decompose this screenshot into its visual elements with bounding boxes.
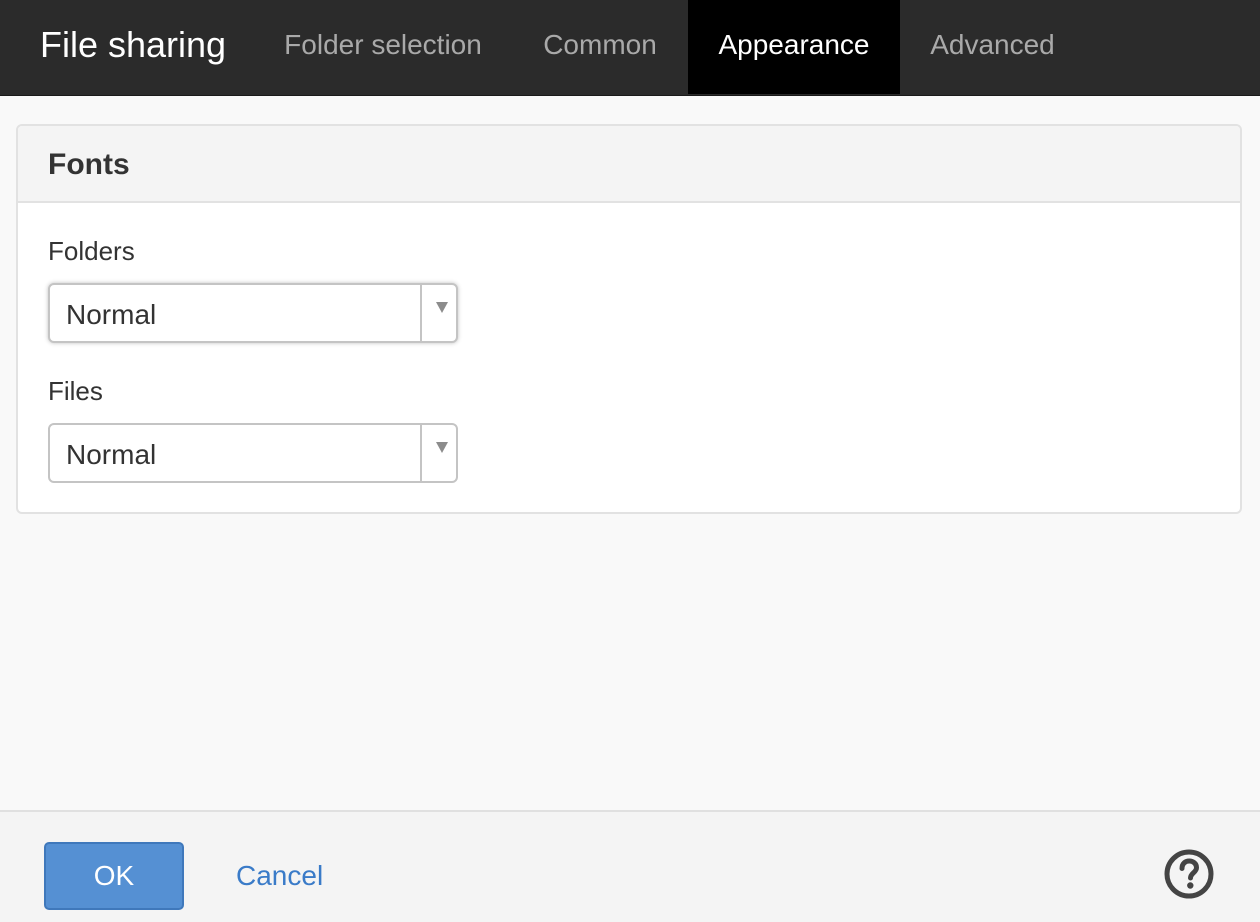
files-label: Files (48, 376, 103, 406)
ok-button[interactable]: OK (44, 842, 184, 910)
select-divider (420, 285, 422, 341)
tab-appearance[interactable]: Appearance (688, 0, 900, 94)
tab-folder-selection[interactable]: Folder selection (268, 0, 498, 94)
panel-title: Fonts (48, 148, 130, 181)
chevron-down-icon (436, 442, 448, 453)
files-font-select[interactable]: Normal (48, 423, 458, 483)
app-title: File sharing (40, 24, 227, 65)
folders-label: Folders (48, 236, 135, 266)
cancel-link[interactable]: Cancel (236, 842, 323, 910)
top-nav-bar: File sharing Folder selection Common App… (0, 0, 1260, 96)
chevron-down-icon (436, 302, 448, 313)
tab-common[interactable]: Common (520, 0, 680, 94)
select-divider (420, 425, 422, 481)
question-circle-icon[interactable] (1163, 848, 1215, 900)
panel-heading: Fonts (18, 126, 1240, 203)
folders-select-value: Normal (66, 299, 157, 330)
tab-advanced[interactable]: Advanced (910, 0, 1075, 94)
folders-font-select[interactable]: Normal (48, 283, 458, 343)
footer-bar: OK Cancel (0, 810, 1260, 922)
fonts-panel: Fonts Folders Normal Files Normal (16, 124, 1242, 514)
files-select-value: Normal (66, 439, 157, 470)
